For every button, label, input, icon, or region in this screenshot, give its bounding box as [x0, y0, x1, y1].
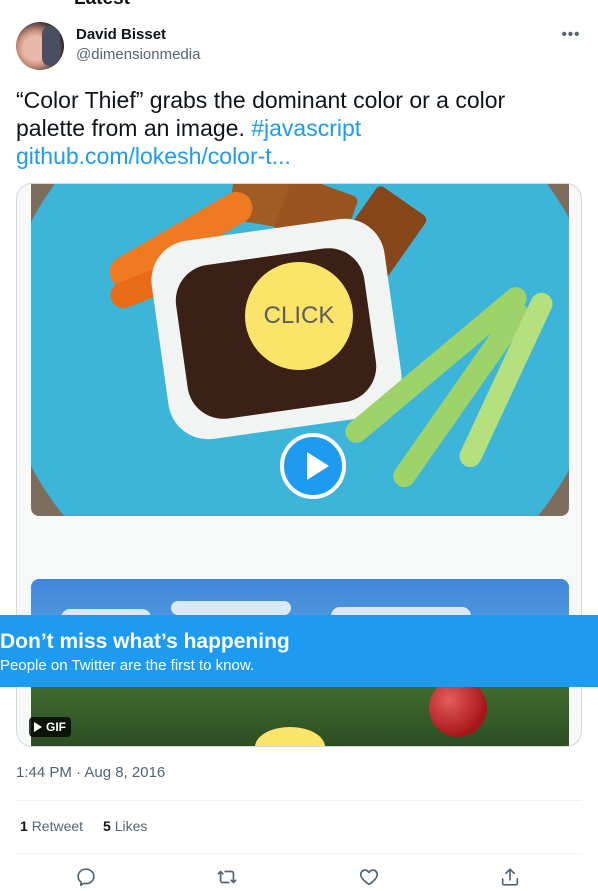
tweet-text: “Color Thief” grabs the dominant color o…: [16, 86, 556, 170]
reply-icon[interactable]: [75, 866, 99, 890]
section-title: Latest: [74, 0, 130, 10]
signup-banner[interactable]: Don’t miss what’s happening People on Tw…: [0, 615, 598, 687]
share-icon[interactable]: [499, 866, 523, 890]
hashtag-link[interactable]: #javascript: [251, 115, 361, 141]
retweet-stat[interactable]: 1 Retweet: [20, 818, 83, 834]
url-link[interactable]: github.com/lokesh/color-t...: [16, 143, 291, 169]
retweet-count: 1: [20, 818, 28, 834]
retweet-label: Retweet: [31, 818, 84, 834]
likes-label: Likes: [114, 818, 148, 834]
banner-subtitle: People on Twitter are the first to know.: [0, 657, 255, 674]
retweet-icon[interactable]: [216, 866, 240, 890]
likes-count: 5: [103, 818, 111, 834]
tweet-stats: 1 Retweet 5 Likes: [20, 818, 147, 834]
like-icon[interactable]: [358, 866, 382, 890]
banner-title: Don’t miss what’s happening: [0, 630, 290, 653]
tweet-header: David Bisset @dimensionmedia •••: [16, 22, 582, 72]
gif-preview-image[interactable]: CLICK: [31, 184, 569, 516]
click-overlay-text: CLICK: [263, 302, 335, 329]
more-icon[interactable]: •••: [560, 26, 582, 46]
tweet-timestamp[interactable]: 1:44 PM · Aug 8, 2016: [16, 764, 165, 781]
gif-badge: GIF: [29, 717, 71, 737]
tweet-actions: [16, 866, 582, 890]
gif-badge-label: GIF: [46, 720, 66, 734]
divider: [16, 800, 582, 801]
gif-play-icon: [34, 722, 42, 732]
avatar[interactable]: [16, 22, 64, 70]
author-name[interactable]: David Bisset: [76, 26, 166, 43]
author-handle[interactable]: @dimensionmedia: [76, 46, 200, 63]
likes-stat[interactable]: 5 Likes: [103, 818, 147, 834]
play-icon[interactable]: [280, 433, 346, 499]
divider: [16, 853, 582, 854]
